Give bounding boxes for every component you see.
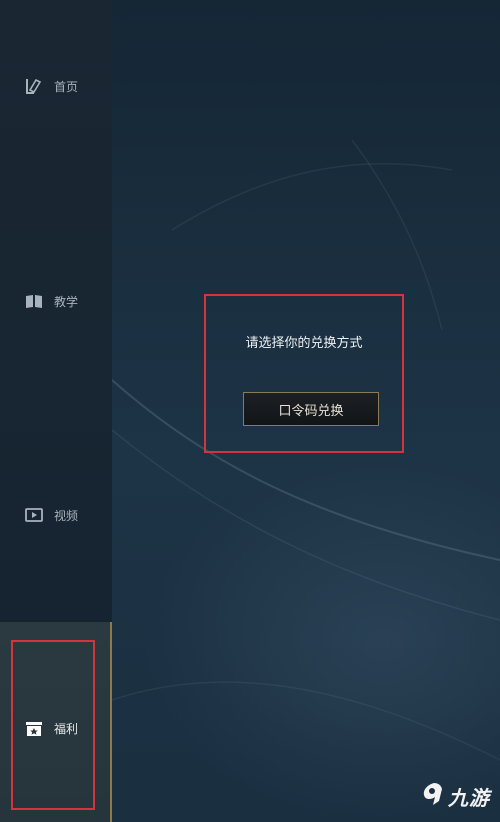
sidebar-item-label: 首页	[54, 79, 79, 94]
sidebar-item-label: 福利	[54, 722, 79, 736]
sidebar-item-welfare[interactable]: 福利	[0, 622, 112, 822]
book-icon	[26, 295, 42, 308]
code-redeem-button[interactable]: 口令码兑换	[243, 392, 379, 426]
sidebar-item-label: 教学	[54, 294, 79, 309]
watermark-text: 九游	[448, 785, 490, 810]
redeem-dialog: 请选择你的兑换方式 口令码兑换	[204, 294, 404, 453]
sidebar-item-home[interactable]: 首页	[0, 66, 112, 106]
sidebar: 首页 教学 视频 福利	[0, 0, 112, 822]
dialog-title: 请选择你的兑换方式	[245, 336, 363, 351]
watermark: 九游	[420, 776, 498, 816]
gift-box-icon	[26, 722, 42, 736]
video-play-icon	[25, 508, 43, 522]
sidebar-item-teach[interactable]: 教学	[0, 281, 112, 321]
jiuyou-logo-icon	[423, 783, 442, 805]
home-book-icon	[26, 78, 42, 94]
sidebar-item-video[interactable]: 视频	[0, 495, 112, 535]
sidebar-item-label: 视频	[54, 508, 79, 523]
